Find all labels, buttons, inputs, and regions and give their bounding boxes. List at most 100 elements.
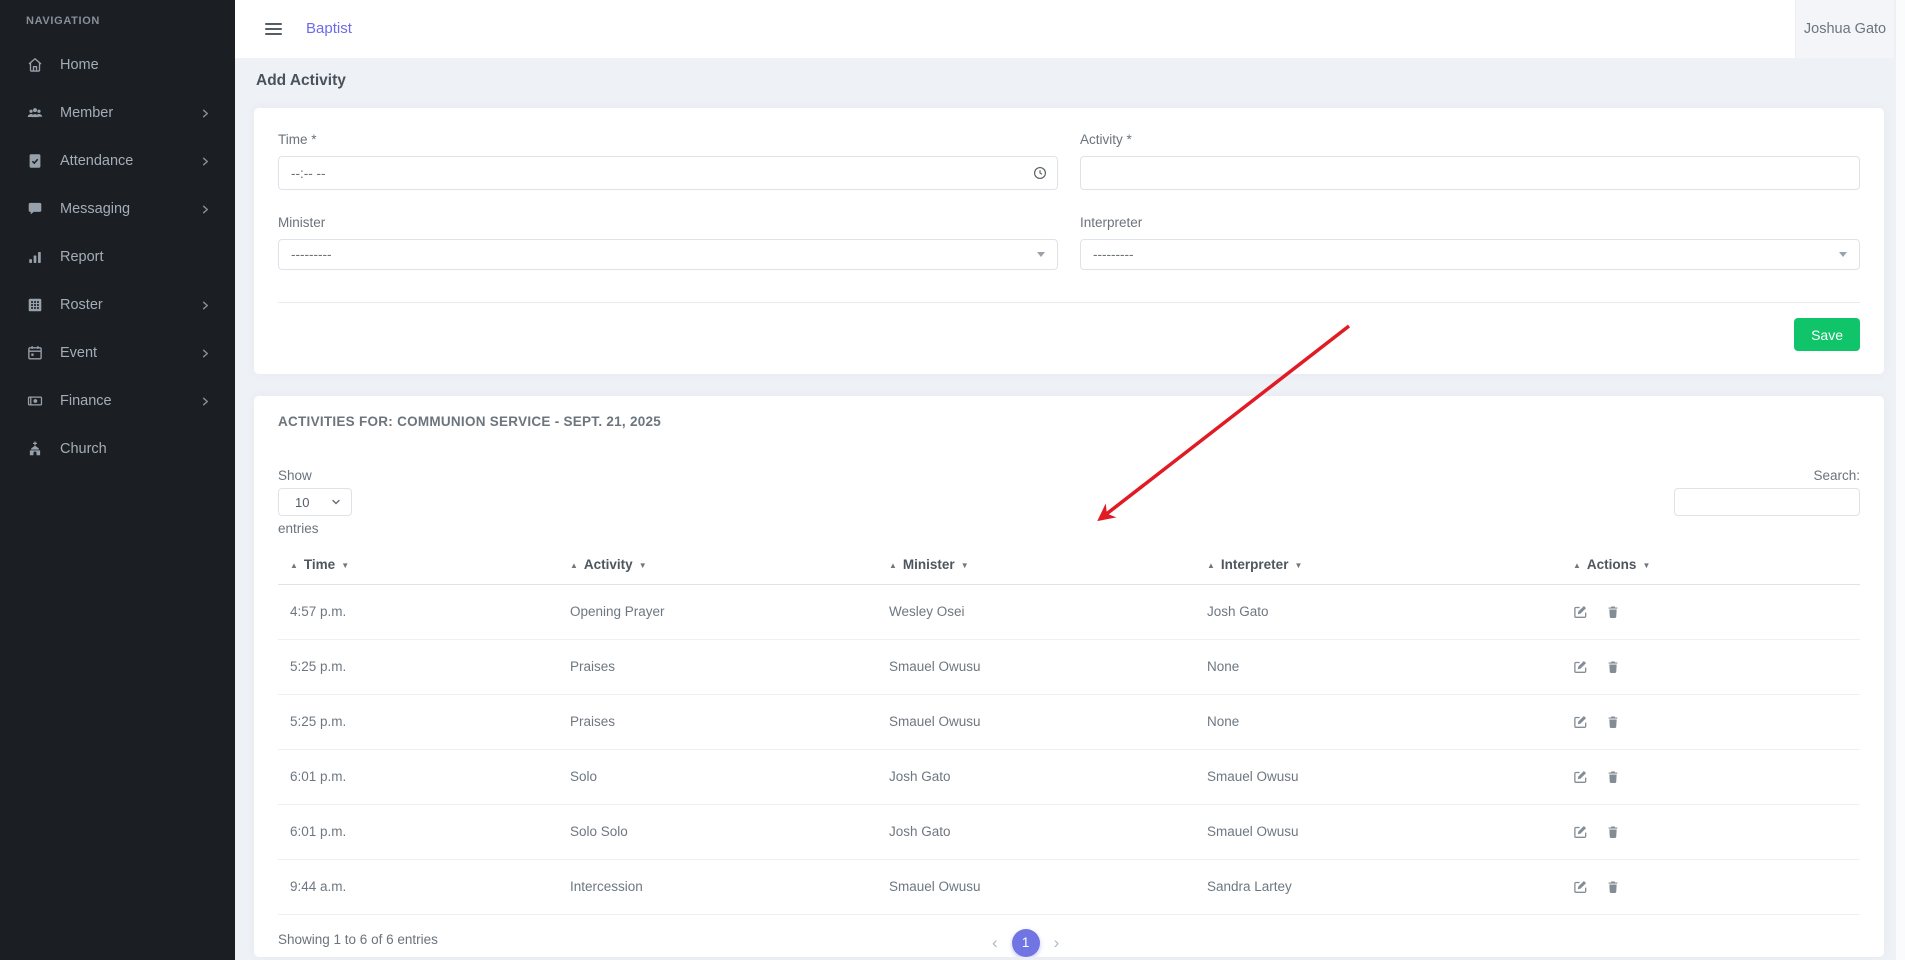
entries-label: entries: [278, 521, 352, 536]
time-label: Time *: [278, 132, 1058, 147]
trash-icon[interactable]: [1606, 770, 1620, 784]
sidebar-item-member[interactable]: Member: [0, 89, 235, 137]
sidebar-item-messaging[interactable]: Messaging: [0, 185, 235, 233]
sort-desc-icon: ▼: [961, 561, 969, 570]
cell-activity: Intercession: [558, 859, 877, 914]
column-header-minister[interactable]: ▲Minister▼: [877, 552, 1195, 584]
cell-time: 6:01 p.m.: [278, 749, 558, 804]
cell-time: 4:57 p.m.: [278, 584, 558, 639]
sidebar-item-label: Church: [60, 441, 211, 457]
minister-label: Minister: [278, 215, 1058, 230]
cell-activity: Solo Solo: [558, 804, 877, 859]
pagination-page-1[interactable]: 1: [1012, 929, 1040, 957]
chevron-right-icon: [200, 348, 211, 359]
sidebar-item-roster[interactable]: Roster: [0, 281, 235, 329]
edit-icon[interactable]: [1573, 879, 1588, 894]
sort-desc-icon: ▼: [639, 561, 647, 570]
show-label: Show: [278, 468, 352, 483]
chevron-right-icon: [200, 156, 211, 167]
sidebar-item-label: Finance: [60, 393, 200, 409]
pagination-prev-icon[interactable]: ‹: [990, 933, 1000, 953]
cell-time: 5:25 p.m.: [278, 694, 558, 749]
trash-icon[interactable]: [1606, 605, 1620, 619]
chat-icon: [26, 200, 44, 218]
search-input[interactable]: [1674, 488, 1860, 516]
edit-icon[interactable]: [1573, 824, 1588, 839]
sort-desc-icon: ▼: [1294, 561, 1302, 570]
minister-select[interactable]: ---------: [278, 239, 1058, 270]
user-menu[interactable]: Joshua Gato: [1795, 0, 1895, 58]
form-divider: [278, 302, 1860, 303]
sidebar-section-label: NAVIGATION: [0, 0, 235, 27]
bar-chart-icon: [26, 248, 44, 266]
sidebar-item-label: Roster: [60, 297, 200, 313]
sidebar: NAVIGATION Home Member Attendance: [0, 0, 235, 960]
cell-time: 5:25 p.m.: [278, 639, 558, 694]
pagination-next-icon[interactable]: ›: [1052, 933, 1062, 953]
column-header-actions[interactable]: ▲Actions▼: [1561, 552, 1860, 584]
sidebar-item-church[interactable]: Church: [0, 425, 235, 473]
activities-card-title: ACTIVITIES FOR: COMMUNION SERVICE - SEPT…: [278, 414, 1860, 430]
sidebar-item-label: Home: [60, 57, 211, 73]
trash-icon[interactable]: [1606, 660, 1620, 674]
column-header-activity[interactable]: ▲Activity▼: [558, 552, 877, 584]
sidebar-item-report[interactable]: Report: [0, 233, 235, 281]
edit-icon[interactable]: [1573, 604, 1588, 619]
cell-actions: [1561, 639, 1860, 694]
save-button[interactable]: Save: [1794, 318, 1860, 351]
table-row: 4:57 p.m. Opening Prayer Wesley Osei Jos…: [278, 584, 1860, 639]
hamburger-menu-icon[interactable]: [265, 23, 282, 35]
cell-actions: [1561, 694, 1860, 749]
sidebar-item-event[interactable]: Event: [0, 329, 235, 377]
cell-interpreter: Smauel Owusu: [1195, 749, 1561, 804]
interpreter-label: Interpreter: [1080, 215, 1860, 230]
table-row: 5:25 p.m. Praises Smauel Owusu None: [278, 639, 1860, 694]
activities-table: ▲Time▼ ▲Activity▼ ▲Minister▼ ▲Interprete…: [278, 552, 1860, 915]
sort-asc-icon: ▲: [1207, 561, 1215, 570]
trash-icon[interactable]: [1606, 825, 1620, 839]
chevron-right-icon: [200, 108, 211, 119]
topbar: Baptist Joshua Gato: [235, 0, 1905, 58]
cell-activity: Solo: [558, 749, 877, 804]
cell-minister: Josh Gato: [877, 804, 1195, 859]
sidebar-item-label: Event: [60, 345, 200, 361]
chevron-right-icon: [200, 396, 211, 407]
trash-icon[interactable]: [1606, 880, 1620, 894]
grid-icon: [26, 296, 44, 314]
sidebar-item-label: Attendance: [60, 153, 200, 169]
cell-interpreter: Josh Gato: [1195, 584, 1561, 639]
cell-activity: Praises: [558, 639, 877, 694]
brand-link[interactable]: Baptist: [306, 20, 352, 37]
trash-icon[interactable]: [1606, 715, 1620, 729]
clock-icon[interactable]: [1033, 166, 1047, 180]
cell-minister: Wesley Osei: [877, 584, 1195, 639]
interpreter-select[interactable]: ---------: [1080, 239, 1860, 270]
sort-desc-icon: ▼: [1642, 561, 1650, 570]
sidebar-menu: Home Member Attendance Messaging: [0, 41, 235, 473]
column-header-time[interactable]: ▲Time▼: [278, 552, 558, 584]
sidebar-item-attendance[interactable]: Attendance: [0, 137, 235, 185]
church-icon: [26, 440, 44, 458]
scrollbar-track[interactable]: [1895, 0, 1905, 960]
sort-asc-icon: ▲: [290, 561, 298, 570]
search-control: Search:: [1674, 468, 1860, 516]
time-input[interactable]: [278, 156, 1058, 190]
users-icon: [26, 104, 44, 122]
cell-actions: [1561, 804, 1860, 859]
page-length-select[interactable]: 10: [278, 488, 352, 516]
home-icon: [26, 56, 44, 74]
activity-input[interactable]: [1080, 156, 1860, 190]
table-row: 5:25 p.m. Praises Smauel Owusu None: [278, 694, 1860, 749]
edit-icon[interactable]: [1573, 769, 1588, 784]
chevron-right-icon: [200, 300, 211, 311]
sidebar-item-label: Report: [60, 249, 211, 265]
cell-activity: Opening Prayer: [558, 584, 877, 639]
sidebar-item-home[interactable]: Home: [0, 41, 235, 89]
edit-icon[interactable]: [1573, 714, 1588, 729]
cell-minister: Smauel Owusu: [877, 859, 1195, 914]
sidebar-item-finance[interactable]: Finance: [0, 377, 235, 425]
cell-minister: Smauel Owusu: [877, 639, 1195, 694]
search-label: Search:: [1813, 468, 1860, 483]
column-header-interpreter[interactable]: ▲Interpreter▼: [1195, 552, 1561, 584]
edit-icon[interactable]: [1573, 659, 1588, 674]
